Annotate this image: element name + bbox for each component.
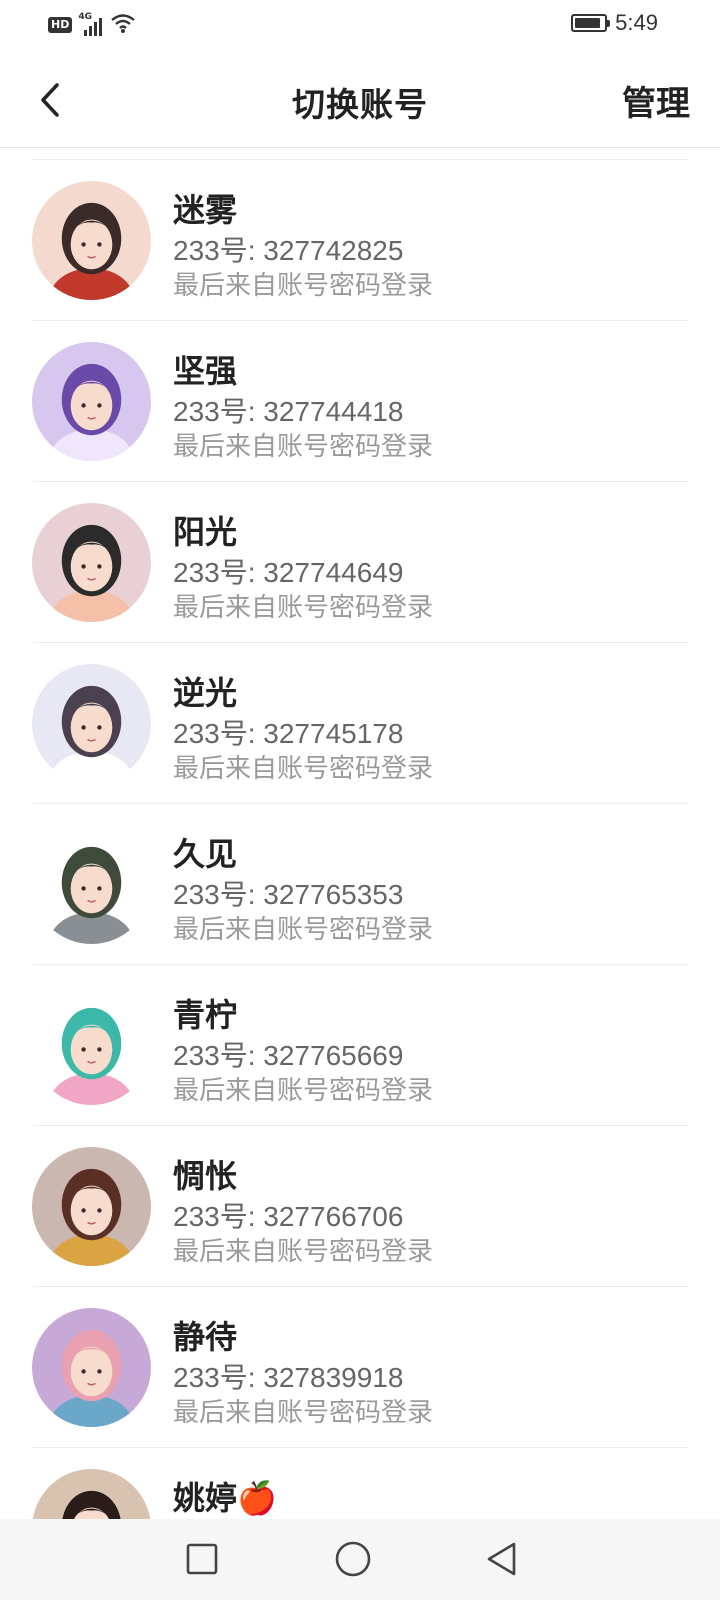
account-item[interactable]: 静待 233号: 327839918 最后来自账号密码登录 (0, 1276, 720, 1437)
avatar (32, 986, 151, 1105)
account-item[interactable]: 惆怅 233号: 327766706 最后来自账号密码登录 (0, 1115, 720, 1276)
account-name: 阳光 (173, 513, 238, 551)
login-method: 最后来自账号密码登录 (173, 271, 434, 301)
header: 切换账号 管理 (0, 52, 720, 148)
account-name: 逆光 (173, 674, 238, 712)
avatar (32, 342, 151, 461)
home-button[interactable] (333, 1539, 373, 1579)
account-id: 233号: 327765669 (173, 1040, 404, 1071)
login-method: 最后来自账号密码登录 (173, 915, 434, 945)
back-triangle-icon (487, 1542, 516, 1576)
wifi-icon (110, 12, 136, 38)
account-name: 静待 (173, 1318, 238, 1356)
login-method: 最后来自账号密码登录 (173, 1076, 434, 1106)
avatar (32, 503, 151, 622)
login-method: 最后来自账号密码登录 (173, 1237, 434, 1267)
account-item[interactable]: 逆光 233号: 327745178 最后来自账号密码登录 (0, 632, 720, 793)
recent-apps-icon (186, 1543, 218, 1575)
login-method: 最后来自账号密码登录 (173, 754, 434, 784)
account-list: 迷雾 233号: 327742825 最后来自账号密码登录 坚强 233号: 3… (0, 149, 720, 1519)
status-time: 5:49 (615, 10, 658, 35)
home-icon (335, 1541, 371, 1577)
recent-apps-button[interactable] (182, 1539, 222, 1579)
page-title: 切换账号 (292, 85, 428, 124)
account-name: 惆怅 (173, 1157, 238, 1195)
account-id: 233号: 327839918 (173, 1362, 404, 1393)
avatar (32, 1469, 151, 1519)
avatar (32, 664, 151, 783)
account-item[interactable]: 姚婷🍎 (0, 1437, 720, 1519)
account-item[interactable]: 坚强 233号: 327744418 最后来自账号密码登录 (0, 310, 720, 471)
account-item[interactable]: 青柠 233号: 327765669 最后来自账号密码登录 (0, 954, 720, 1115)
account-name: 青柠 (173, 996, 238, 1034)
manage-button[interactable]: 管理 (622, 76, 690, 125)
status-bar: HD 4G 5:49 (0, 0, 720, 48)
account-item[interactable]: 迷雾 233号: 327742825 最后来自账号密码登录 (0, 149, 720, 310)
login-method: 最后来自账号密码登录 (173, 1398, 434, 1428)
account-id: 233号: 327745178 (173, 718, 404, 749)
signal-icon: 4G (78, 12, 104, 36)
account-id: 233号: 327742825 (173, 235, 404, 266)
status-left: HD 4G (48, 12, 136, 38)
account-id: 233号: 327766706 (173, 1201, 404, 1232)
account-name: 姚婷🍎 (173, 1479, 277, 1517)
login-method: 最后来自账号密码登录 (173, 593, 434, 623)
account-id: 233号: 327765353 (173, 879, 404, 910)
account-id: 233号: 327744649 (173, 557, 404, 588)
battery-icon (571, 14, 611, 32)
system-nav-bar (0, 1519, 720, 1600)
account-id: 233号: 327744418 (173, 396, 404, 427)
account-name: 久见 (173, 835, 238, 873)
avatar (32, 1308, 151, 1427)
avatar (32, 825, 151, 944)
account-name: 迷雾 (173, 191, 238, 229)
avatar (32, 181, 151, 300)
back-nav-button[interactable] (482, 1539, 522, 1579)
hd-badge: HD (48, 17, 73, 33)
avatar (32, 1147, 151, 1266)
account-name: 坚强 (173, 352, 238, 390)
account-item[interactable]: 阳光 233号: 327744649 最后来自账号密码登录 (0, 471, 720, 632)
account-item[interactable]: 久见 233号: 327765353 最后来自账号密码登录 (0, 793, 720, 954)
status-right: 5:49 (571, 10, 658, 36)
login-method: 最后来自账号密码登录 (173, 432, 434, 462)
